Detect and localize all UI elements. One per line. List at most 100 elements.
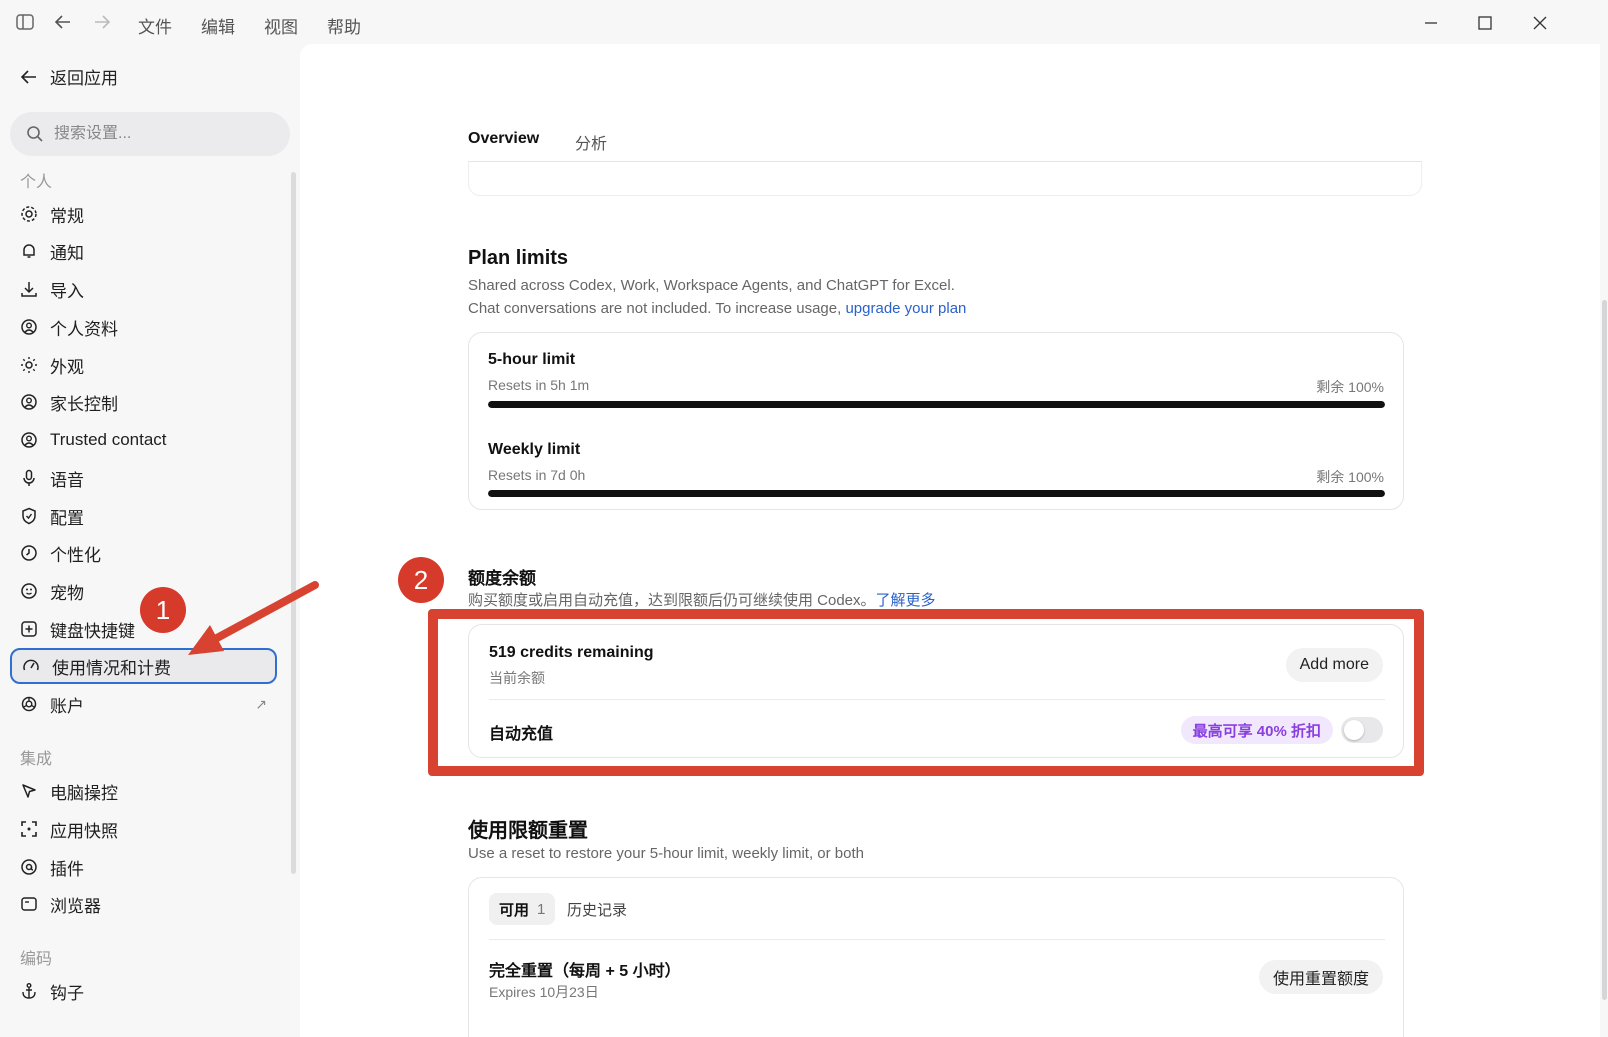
sidebar-item-parental-controls[interactable]: 家长控制 xyxy=(10,384,277,420)
plan-limits-desc: Shared across Codex, Work, Workspace Age… xyxy=(468,274,966,320)
sidebar-item-label: 常规 xyxy=(50,206,84,226)
back-label: 返回应用 xyxy=(50,69,118,88)
close-icon[interactable] xyxy=(1527,10,1553,36)
gauge-icon xyxy=(22,657,40,675)
browser-icon xyxy=(20,895,38,913)
sidebar-item-plugins[interactable]: 插件 xyxy=(10,849,277,885)
sidebar-item-general[interactable]: 常规 xyxy=(10,196,277,232)
upgrade-plan-link[interactable]: upgrade your plan xyxy=(845,300,966,317)
user-circle-icon xyxy=(20,318,38,336)
mic-icon xyxy=(20,469,38,487)
use-reset-button[interactable]: 使用重置额度 xyxy=(1258,960,1383,994)
cursor-icon xyxy=(20,782,38,800)
sidebar-item-label: 应用快照 xyxy=(50,821,118,841)
gear-icon xyxy=(20,205,38,223)
learn-more-link[interactable]: 了解更多 xyxy=(876,592,936,609)
tab-analysis[interactable]: 分析 xyxy=(575,130,607,154)
anchor-icon xyxy=(20,982,38,1000)
forward-arrow-icon[interactable] xyxy=(92,12,112,32)
sidebar-item-config[interactable]: 配置 xyxy=(10,498,277,534)
bell-icon xyxy=(20,242,38,260)
plan-limits-card: 5-hour limit Resets in 5h 1m 剩余 100% Wee… xyxy=(468,332,1404,510)
sidebar-item-label: 键盘快捷键 xyxy=(50,621,135,641)
sidebar-item-label: 钩子 xyxy=(50,983,84,1003)
tab-available-count: 1 xyxy=(537,900,546,918)
sidebar-item-import[interactable]: 导入 xyxy=(10,271,277,307)
section-personal: 个人 xyxy=(20,174,53,191)
section-integrations: 集成 xyxy=(20,751,53,768)
credits-title: 额度余额 xyxy=(468,569,536,588)
limit-remaining: 剩余 100% xyxy=(1316,469,1384,485)
menu-help[interactable]: 帮助 xyxy=(327,13,361,38)
limit-reset: Resets in 5h 1m xyxy=(488,377,590,393)
sidebar: 返回应用 个人 常规 通知 导入 个人资料 外观 家长控制 Trusted co… xyxy=(0,44,300,1037)
sidebar-scrollbar[interactable] xyxy=(291,172,296,874)
openai-icon xyxy=(20,695,38,713)
sidebar-item-notifications[interactable]: 通知 xyxy=(10,233,277,269)
divider xyxy=(489,939,1385,940)
plan-limits-desc-line1: Shared across Codex, Work, Workspace Age… xyxy=(468,277,955,294)
sidebar-item-account[interactable]: 账户 ↗ xyxy=(10,686,277,722)
sidebar-item-label: 语音 xyxy=(50,470,84,490)
tab-available[interactable]: 可用 1 xyxy=(489,893,556,925)
sidebar-item-trusted-contact[interactable]: Trusted contact xyxy=(10,422,277,458)
sidebar-item-app-snapshot[interactable]: 应用快照 xyxy=(10,811,277,847)
menu-edit[interactable]: 编辑 xyxy=(201,13,235,38)
collapsed-card-edge xyxy=(468,162,1422,196)
sidebar-item-computer-control[interactable]: 电脑操控 xyxy=(10,773,277,809)
title-bar: 文件 编辑 视图 帮助 xyxy=(0,0,1608,44)
sidebar-item-label: 家长控制 xyxy=(50,394,118,414)
sidebar-item-appearance[interactable]: 外观 xyxy=(10,347,277,383)
tab-overview[interactable]: Overview xyxy=(468,130,539,148)
maximize-icon[interactable] xyxy=(1472,10,1498,36)
main-scrollbar[interactable] xyxy=(1602,300,1607,1000)
menu-file[interactable]: 文件 xyxy=(138,13,172,38)
sun-icon xyxy=(20,356,38,374)
sidebar-item-label: 浏览器 xyxy=(50,896,101,916)
highlight-box xyxy=(428,609,1424,776)
clock-icon xyxy=(20,544,38,562)
sidebar-item-profile[interactable]: 个人资料 xyxy=(10,309,277,345)
back-to-app-button[interactable]: 返回应用 xyxy=(20,64,118,89)
plan-limits-title: Plan limits xyxy=(468,247,569,269)
sidebar-item-voice[interactable]: 语音 xyxy=(10,460,277,496)
reset-item-title: 完全重置（每周 + 5 小时） xyxy=(489,963,681,980)
sidebar-toggle-icon[interactable] xyxy=(15,12,35,32)
tab-history[interactable]: 历史记录 xyxy=(557,893,637,925)
limit-progress-fill xyxy=(488,490,1385,497)
sidebar-item-label: Trusted contact xyxy=(50,430,167,449)
step-2-badge: 2 xyxy=(398,557,444,603)
back-arrow-icon[interactable] xyxy=(53,12,73,32)
sidebar-item-label: 账户 xyxy=(50,696,84,716)
sidebar-item-label: 配置 xyxy=(50,508,84,528)
limit-title: 5-hour limit xyxy=(488,351,576,368)
search-icon xyxy=(27,126,43,142)
sidebar-item-label: 电脑操控 xyxy=(50,783,118,803)
tab-bar: Overview 分析 xyxy=(468,130,1422,162)
resets-title: 使用限额重置 xyxy=(468,820,588,842)
annotation-arrow-icon xyxy=(188,581,319,655)
search-box[interactable] xyxy=(10,112,290,156)
resets-card: 可用 1 历史记录 完全重置（每周 + 5 小时） Expires 10月23日… xyxy=(468,877,1404,1037)
minimize-icon[interactable] xyxy=(1418,10,1444,36)
sidebar-item-personalization[interactable]: 个性化 xyxy=(10,535,277,571)
paw-icon xyxy=(20,582,38,600)
limit-reset: Resets in 7d 0h xyxy=(488,467,586,483)
sidebar-item-label: 个性化 xyxy=(50,545,101,565)
resets-desc: Use a reset to restore your 5-hour limit… xyxy=(468,845,864,862)
reset-item-expires: Expires 10月23日 xyxy=(489,984,599,1000)
main-content: Overview 分析 Plan limits Shared across Co… xyxy=(300,44,1600,1037)
search-input[interactable] xyxy=(54,125,254,143)
download-icon xyxy=(20,280,38,298)
snapshot-icon xyxy=(20,820,38,838)
sidebar-item-hooks[interactable]: 钩子 xyxy=(10,973,277,1009)
user-circle-icon xyxy=(20,393,38,411)
limit-progress-bar xyxy=(488,490,1385,497)
sidebar-item-browser[interactable]: 浏览器 xyxy=(10,886,277,922)
sidebar-item-label: 个人资料 xyxy=(50,319,118,339)
external-link-icon: ↗ xyxy=(255,695,267,712)
plan-limits-desc-text: Chat conversations are not included. To … xyxy=(468,300,846,317)
menu-view[interactable]: 视图 xyxy=(264,13,298,38)
sidebar-item-label: 宠物 xyxy=(50,583,84,603)
limit-title: Weekly limit xyxy=(488,441,581,458)
